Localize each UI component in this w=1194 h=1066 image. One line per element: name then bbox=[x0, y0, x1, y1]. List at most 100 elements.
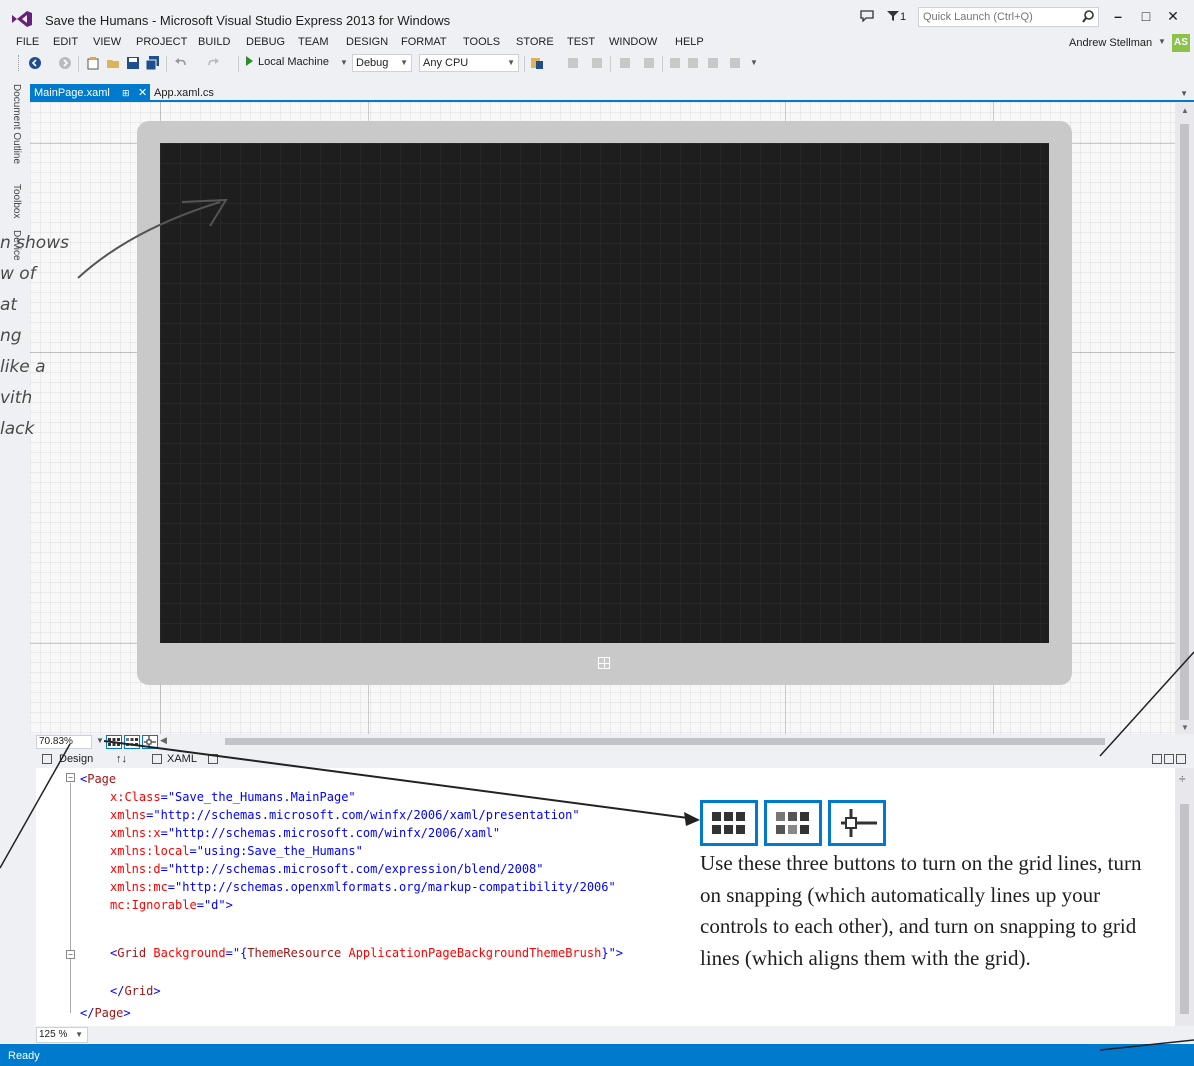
previous-bookmark-icon[interactable] bbox=[688, 58, 698, 68]
vertical-split-icon[interactable] bbox=[1152, 754, 1162, 764]
xaml-designer-surface[interactable] bbox=[30, 102, 1175, 734]
collapse-pane-icon[interactable] bbox=[1176, 754, 1186, 764]
collapse-icon[interactable]: − bbox=[66, 773, 75, 782]
menu-store[interactable]: STORE bbox=[516, 36, 554, 48]
annotation-line: at bbox=[0, 295, 18, 315]
xaml-view-icon[interactable] bbox=[152, 754, 162, 764]
redo-icon[interactable] bbox=[206, 56, 220, 70]
designer-horizontal-scrollbar[interactable] bbox=[225, 738, 1105, 745]
editor-vertical-scrollbar[interactable]: ÷ bbox=[1175, 768, 1194, 1026]
document-outline-tab[interactable]: Document Outline bbox=[11, 84, 22, 164]
scroll-up-icon[interactable]: ▲ bbox=[1181, 106, 1189, 115]
save-icon[interactable] bbox=[126, 56, 140, 70]
snap-grid-icon bbox=[126, 738, 138, 746]
swap-panes-button[interactable]: ↑↓ bbox=[116, 753, 127, 765]
uncomment-icon[interactable] bbox=[644, 58, 654, 68]
align-center-icon[interactable] bbox=[592, 58, 602, 68]
quick-launch-input[interactable] bbox=[919, 8, 1069, 26]
split-editor-icon[interactable]: ÷ bbox=[1179, 772, 1186, 786]
configuration-dropdown[interactable]: Debug ▼ bbox=[352, 54, 412, 72]
run-target-chevron-icon[interactable]: ▼ bbox=[340, 58, 348, 67]
toolbox-tab[interactable]: Toolbox bbox=[11, 184, 22, 218]
code-line: <Grid Background="{ThemeResource Applica… bbox=[110, 946, 624, 960]
platform-dropdown[interactable]: Any CPU ▼ bbox=[419, 54, 519, 72]
horizontal-split-icon[interactable] bbox=[1164, 754, 1174, 764]
annotation-line: ng bbox=[0, 326, 22, 346]
menu-edit[interactable]: EDIT bbox=[53, 36, 78, 48]
menu-team[interactable]: TEAM bbox=[298, 36, 329, 48]
open-file-icon[interactable] bbox=[106, 56, 120, 70]
feedback-filter-icon[interactable] bbox=[887, 10, 899, 22]
outline-line bbox=[70, 783, 71, 1013]
menu-view[interactable]: VIEW bbox=[93, 36, 121, 48]
zoom-chevron-down-icon[interactable]: ▼ bbox=[96, 736, 104, 745]
code-line: mc:Ignorable="d"> bbox=[110, 898, 233, 912]
editor-zoom-field[interactable]: 125 % ▼ bbox=[36, 1027, 88, 1043]
xaml-tab[interactable]: XAML bbox=[167, 753, 197, 765]
start-debugging-button[interactable]: Local Machine bbox=[246, 56, 329, 72]
code-line: xmlns="http://schemas.microsoft.com/winf… bbox=[110, 808, 580, 822]
annotation-line: n shows bbox=[0, 233, 69, 253]
close-icon[interactable]: ✕ bbox=[138, 84, 147, 102]
notification-count: 1 bbox=[900, 11, 907, 23]
menu-file[interactable]: FILE bbox=[16, 36, 39, 48]
menu-window[interactable]: WINDOW bbox=[609, 36, 657, 48]
clear-bookmarks-icon[interactable] bbox=[730, 58, 740, 68]
code-line: </Page> bbox=[80, 1006, 131, 1020]
design-view-icon[interactable] bbox=[42, 754, 52, 764]
notification-icon[interactable] bbox=[860, 10, 874, 22]
zoom-level-field[interactable]: 70.83% bbox=[36, 735, 92, 749]
search-icon[interactable] bbox=[1082, 10, 1094, 23]
tab-app-xaml-cs[interactable]: App.xaml.cs bbox=[154, 84, 214, 102]
pin-icon[interactable]: ⊞ bbox=[122, 84, 130, 102]
menu-build[interactable]: BUILD bbox=[198, 36, 230, 48]
annotation-line: like a bbox=[0, 357, 46, 377]
forward-icon[interactable] bbox=[58, 56, 72, 70]
snapline-icon bbox=[144, 736, 156, 748]
avatar[interactable]: AS bbox=[1172, 34, 1190, 52]
comment-icon[interactable] bbox=[620, 58, 630, 68]
menu-debug[interactable]: DEBUG bbox=[246, 36, 285, 48]
tab-overflow-chevron-icon[interactable]: ▼ bbox=[1180, 89, 1188, 98]
menu-help[interactable]: HELP bbox=[675, 36, 704, 48]
design-tab[interactable]: Design bbox=[59, 753, 93, 765]
code-line: xmlns:x="http://schemas.microsoft.com/wi… bbox=[110, 826, 501, 840]
next-bookmark-icon[interactable] bbox=[708, 58, 718, 68]
undo-icon[interactable] bbox=[174, 56, 188, 70]
back-icon[interactable] bbox=[28, 56, 42, 70]
scroll-left-icon[interactable]: ◀ bbox=[160, 735, 167, 746]
align-left-icon[interactable] bbox=[568, 58, 578, 68]
new-project-icon[interactable] bbox=[86, 56, 100, 70]
toolbar-grip[interactable] bbox=[18, 55, 21, 71]
close-button[interactable]: ✕ bbox=[1163, 6, 1183, 26]
window-title: Save the Humans - Microsoft Visual Studi… bbox=[45, 13, 451, 28]
scrollbar-thumb[interactable] bbox=[1180, 124, 1189, 720]
run-target-label: Local Machine bbox=[258, 56, 329, 68]
page-preview-screen[interactable] bbox=[160, 143, 1049, 643]
menu-design[interactable]: DESIGN bbox=[346, 36, 388, 48]
minimize-button[interactable]: – bbox=[1108, 6, 1128, 26]
quick-launch[interactable] bbox=[918, 7, 1099, 27]
find-in-files-icon[interactable] bbox=[530, 56, 544, 70]
bookmark-icon[interactable] bbox=[670, 58, 680, 68]
snap-to-snaplines-button[interactable] bbox=[142, 735, 158, 749]
collapse-pane-icon[interactable] bbox=[208, 754, 218, 764]
user-menu-chevron-icon[interactable]: ▼ bbox=[1158, 37, 1166, 46]
maximize-button[interactable]: □ bbox=[1136, 6, 1156, 26]
menu-tools[interactable]: TOOLS bbox=[463, 36, 500, 48]
toolbar-separator bbox=[524, 56, 525, 72]
scroll-down-icon[interactable]: ▼ bbox=[1181, 723, 1189, 732]
snap-to-gridlines-button[interactable] bbox=[124, 735, 140, 749]
user-name[interactable]: Andrew Stellman bbox=[1069, 37, 1152, 49]
code-line: </Grid> bbox=[110, 984, 161, 998]
menu-format[interactable]: FORMAT bbox=[401, 36, 447, 48]
save-all-icon[interactable] bbox=[146, 56, 160, 70]
toolbar-overflow-icon[interactable]: ▼ bbox=[750, 58, 758, 67]
scrollbar-thumb[interactable] bbox=[1180, 804, 1189, 1014]
toggle-grid-button[interactable] bbox=[106, 735, 122, 749]
menu-project[interactable]: PROJECT bbox=[136, 36, 187, 48]
collapse-icon[interactable]: − bbox=[66, 950, 75, 959]
menu-test[interactable]: TEST bbox=[567, 36, 595, 48]
designer-vertical-scrollbar[interactable]: ▲ ▼ bbox=[1175, 102, 1194, 734]
tab-mainpage-xaml[interactable]: MainPage.xaml ⊞ ✕ bbox=[30, 84, 150, 102]
